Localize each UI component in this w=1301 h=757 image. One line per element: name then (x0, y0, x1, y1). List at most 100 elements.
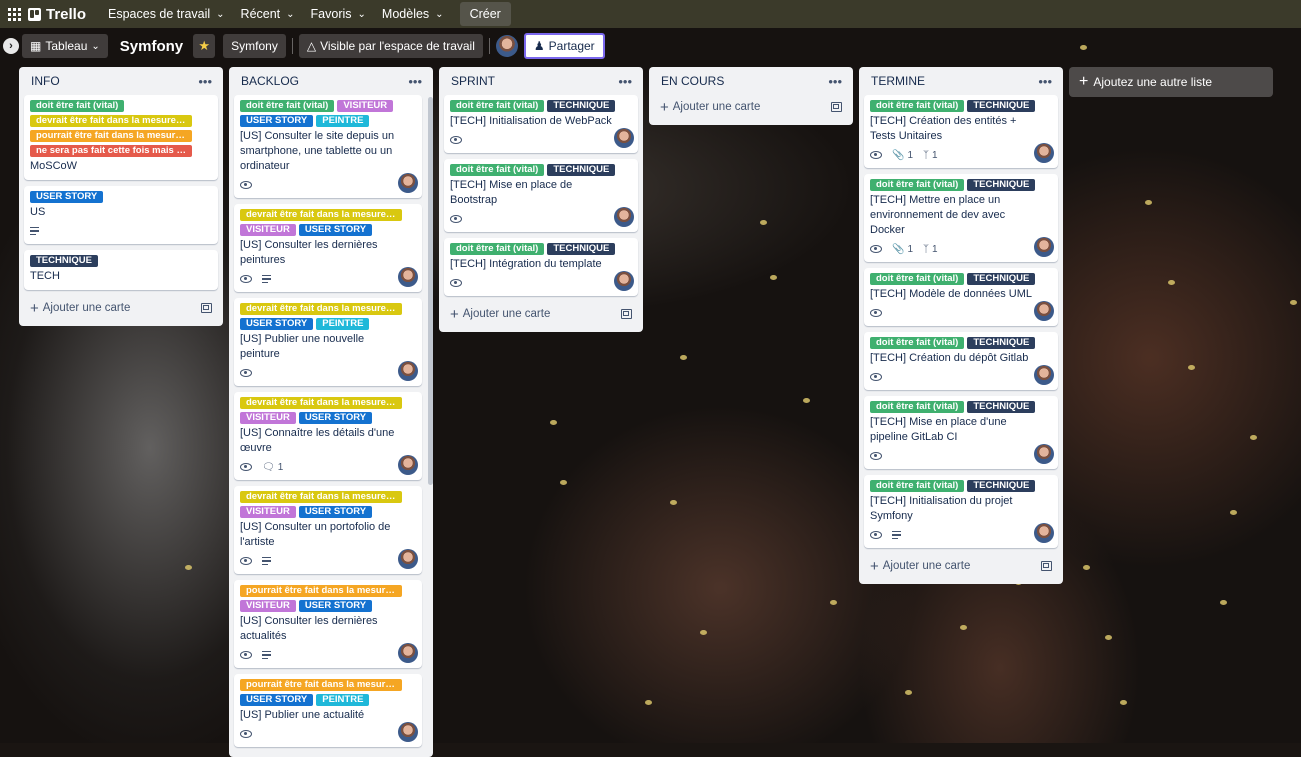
card-label[interactable]: TECHNIQUE (967, 480, 1036, 492)
card-template-icon[interactable] (201, 303, 212, 313)
nav-starred[interactable]: Favoris ⌄ (303, 0, 374, 28)
nav-templates[interactable]: Modèles ⌄ (374, 0, 452, 28)
card-label[interactable]: USER STORY (298, 412, 373, 424)
add-card-button[interactable]: + Ajouter une carte (444, 302, 638, 326)
card-label[interactable]: doit être fait (vital) (30, 100, 125, 112)
card[interactable]: doit être fait (vital) TECHNIQUE [TECH] In… (444, 95, 638, 153)
card[interactable]: devrait être fait dans la mesure d... VIS… (234, 204, 422, 292)
share-button[interactable]: ♟ Partager (523, 33, 605, 59)
card-label[interactable]: VISITEUR (240, 412, 296, 424)
card-label[interactable]: VISITEUR (240, 600, 296, 612)
list-backlog[interactable]: BACKLOG ••• doit être fait (vital) VISITEUR… (229, 67, 433, 757)
card-label[interactable]: devrait être fait dans la mesure d... (240, 397, 402, 409)
card-label[interactable]: devrait être fait dans la mesure d... (240, 491, 402, 503)
card[interactable]: doit être fait (vital) TECHNIQUE [TECH] Cr… (864, 95, 1058, 168)
card[interactable]: doit être fait (vital) VISITEUR USER STORY… (234, 95, 422, 198)
card-label[interactable]: USER STORY (298, 224, 373, 236)
member-avatar[interactable] (398, 455, 418, 475)
card-label[interactable]: doit être fait (vital) (870, 337, 965, 349)
board-title[interactable]: Symfony (120, 38, 183, 55)
workspace-button[interactable]: Symfony (223, 34, 286, 58)
card[interactable]: doit être fait (vital) devrait être fait … (24, 95, 218, 180)
card-label[interactable]: USER STORY (30, 191, 104, 203)
list-menu-icon[interactable]: ••• (618, 74, 632, 89)
card-label[interactable]: TECHNIQUE (547, 100, 616, 112)
card[interactable]: doit être fait (vital) TECHNIQUE [TECH] In… (864, 475, 1058, 548)
card-label[interactable]: TECHNIQUE (547, 243, 616, 255)
card-label[interactable]: VISITEUR (240, 224, 296, 236)
card-label[interactable]: PEINTRE (316, 115, 370, 127)
card-label[interactable]: devrait être fait dans la mesure d... (240, 209, 402, 221)
card-label[interactable]: USER STORY (298, 600, 373, 612)
list-title[interactable]: TERMINE (871, 74, 925, 88)
card-label[interactable]: pourrait être fait dans la mesure ... (240, 585, 402, 597)
app-switcher-icon[interactable] (0, 0, 28, 28)
card[interactable]: pourrait être fait dans la mesure ... VIS… (234, 580, 422, 668)
add-card-button[interactable]: + Ajouter une carte (654, 95, 848, 119)
card[interactable]: doit être fait (vital) TECHNIQUE [TECH] Mo… (864, 268, 1058, 326)
card-template-icon[interactable] (831, 102, 842, 112)
card-label[interactable]: doit être fait (vital) (870, 401, 965, 413)
card-label[interactable]: devrait être fait dans la mesure d... (30, 115, 192, 127)
card-label[interactable]: TECHNIQUE (967, 337, 1036, 349)
card[interactable]: USER STORY US (24, 186, 218, 244)
list-menu-icon[interactable]: ••• (198, 74, 212, 89)
visibility-button[interactable]: △ Visible par l'espace de travail (298, 34, 483, 58)
list-en-cours[interactable]: EN COURS ••• + Ajouter une carte (649, 67, 853, 125)
card[interactable]: devrait être fait dans la mesure d... VIS… (234, 486, 422, 574)
card[interactable]: TECHNIQUE TECH (24, 250, 218, 290)
member-avatar[interactable] (1034, 523, 1054, 543)
add-card-button[interactable]: + Ajouter une carte (24, 296, 218, 320)
list-menu-icon[interactable]: ••• (828, 74, 842, 89)
card-template-icon[interactable] (621, 309, 632, 319)
card-label[interactable]: ne sera pas fait cette fois mais se... (30, 145, 192, 157)
card-label[interactable]: doit être fait (vital) (450, 243, 545, 255)
list-title[interactable]: SPRINT (451, 74, 495, 88)
card-label[interactable]: TECHNIQUE (967, 401, 1036, 413)
view-switcher-button[interactable]: ▦ Tableau ⌄ (22, 34, 108, 58)
card-label[interactable]: TECHNIQUE (547, 164, 616, 176)
card-label[interactable]: USER STORY (240, 694, 314, 706)
card[interactable]: doit être fait (vital) TECHNIQUE [TECH] Cr… (864, 332, 1058, 390)
star-icon[interactable]: ★ (193, 34, 216, 58)
nav-workspaces[interactable]: Espaces de travail ⌄ (100, 0, 233, 28)
member-avatar[interactable] (398, 361, 418, 381)
card[interactable]: devrait être fait dans la mesure d... VIS… (234, 392, 422, 480)
expand-sidebar-icon[interactable]: › (3, 38, 19, 54)
member-avatar[interactable] (398, 173, 418, 193)
card-label[interactable]: VISITEUR (337, 100, 394, 112)
list-termine[interactable]: TERMINE ••• doit être fait (vital) TECHNIQU… (859, 67, 1063, 584)
nav-recent[interactable]: Récent ⌄ (233, 0, 303, 28)
member-avatar[interactable] (614, 207, 634, 227)
add-card-button[interactable]: + Ajouter une carte (864, 554, 1058, 578)
add-list-button[interactable]: + Ajoutez une autre liste (1069, 67, 1273, 97)
card-label[interactable]: devrait être fait dans la mesure d... (240, 303, 402, 315)
card[interactable]: doit être fait (vital) TECHNIQUE [TECH] In… (444, 238, 638, 296)
member-avatar[interactable] (398, 549, 418, 569)
trello-logo[interactable]: Trello (28, 6, 86, 23)
card-label[interactable]: TECHNIQUE (30, 255, 98, 267)
member-avatar[interactable] (1034, 444, 1054, 464)
card-label[interactable]: doit être fait (vital) (870, 100, 965, 112)
member-avatar[interactable] (1034, 365, 1054, 385)
card[interactable]: doit être fait (vital) TECHNIQUE [TECH] Mi… (864, 396, 1058, 469)
card-label[interactable]: USER STORY (298, 506, 373, 518)
card[interactable]: devrait être fait dans la mesure d... USE… (234, 298, 422, 386)
list-title[interactable]: EN COURS (661, 74, 724, 88)
card-label[interactable]: doit être fait (vital) (870, 273, 965, 285)
member-avatar[interactable] (614, 271, 634, 291)
member-avatar[interactable] (1034, 237, 1054, 257)
list-sprint[interactable]: SPRINT ••• doit être fait (vital) TECHNIQUE… (439, 67, 643, 332)
member-avatar[interactable] (495, 35, 518, 57)
list-title[interactable]: INFO (31, 74, 60, 88)
list-title[interactable]: BACKLOG (241, 74, 299, 88)
card[interactable]: doit être fait (vital) TECHNIQUE [TECH] Me… (864, 174, 1058, 262)
list-menu-icon[interactable]: ••• (408, 74, 422, 89)
list-menu-icon[interactable]: ••• (1038, 74, 1052, 89)
card-label[interactable]: pourrait être fait dans la mesure ... (30, 130, 192, 142)
card-label[interactable]: doit être fait (vital) (450, 164, 545, 176)
member-avatar[interactable] (398, 267, 418, 287)
card-label[interactable]: PEINTRE (316, 318, 370, 330)
card-label[interactable]: VISITEUR (240, 506, 296, 518)
card-label[interactable]: doit être fait (vital) (240, 100, 335, 112)
